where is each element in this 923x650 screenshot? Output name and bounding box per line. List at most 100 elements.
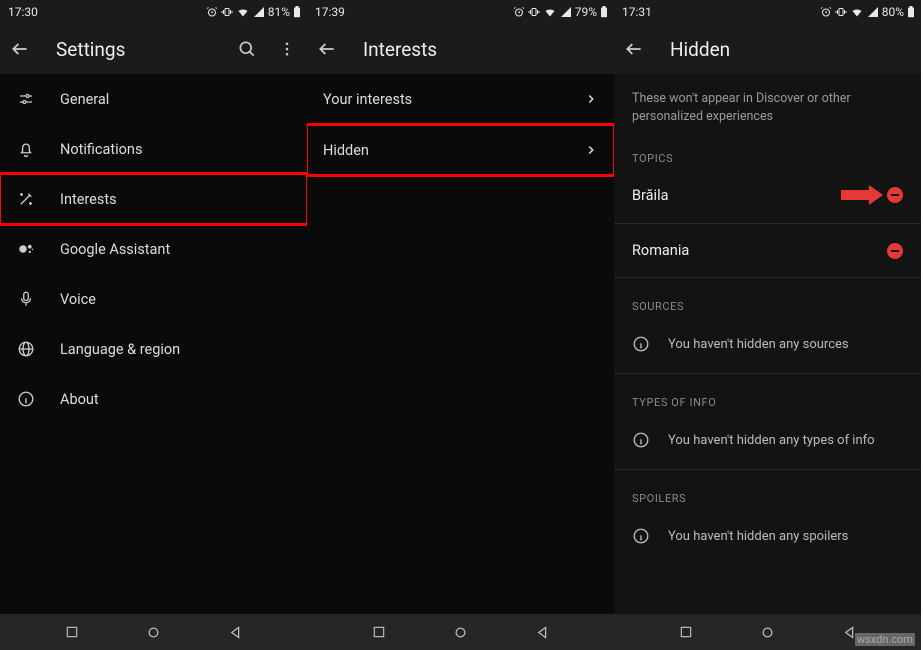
android-nav-bar — [307, 614, 614, 650]
empty-spoilers: You haven't hidden any spoilers — [614, 513, 921, 559]
search-button[interactable] — [235, 37, 259, 61]
globe-icon — [16, 339, 36, 359]
back-button[interactable] — [8, 37, 32, 61]
empty-text: You haven't hidden any types of info — [668, 433, 875, 448]
settings-item-label: General — [60, 91, 109, 108]
battery-text: 81% — [268, 5, 290, 19]
wifi-icon — [236, 6, 250, 18]
list-item-label: Your interests — [323, 91, 412, 108]
assistant-icon — [16, 239, 36, 259]
signal-icon — [560, 6, 572, 18]
battery-text: 79% — [575, 5, 597, 19]
divider — [323, 175, 598, 176]
nav-home-button[interactable] — [759, 623, 777, 641]
settings-item-interests[interactable]: Interests — [0, 174, 307, 224]
settings-item-label: About — [60, 391, 99, 408]
status-time: 17:31 — [622, 5, 652, 19]
nav-recent-button[interactable] — [677, 623, 695, 641]
sliders-icon — [16, 89, 36, 109]
settings-item-label: Google Assistant — [60, 241, 170, 258]
hidden-content: These won't appear in Discover or other … — [614, 74, 921, 614]
magic-wand-icon — [16, 189, 36, 209]
bell-icon — [16, 139, 36, 159]
interests-item-hidden[interactable]: Hidden — [307, 125, 614, 175]
vibrate-icon — [528, 6, 540, 18]
alarm-icon — [206, 6, 218, 18]
vibrate-icon — [835, 6, 847, 18]
settings-item-notifications[interactable]: Notifications — [0, 124, 307, 174]
battery-text: 80% — [882, 5, 904, 19]
status-bar: 17:39 79% — [307, 0, 614, 24]
chevron-right-icon — [584, 143, 598, 157]
wifi-icon — [543, 6, 557, 18]
topic-label: Brăila — [632, 187, 669, 204]
settings-item-label: Interests — [60, 191, 117, 208]
info-icon — [16, 389, 36, 409]
nav-back-button[interactable] — [227, 623, 245, 641]
nav-home-button[interactable] — [145, 623, 163, 641]
settings-item-label: Voice — [60, 291, 96, 308]
hidden-description: These won't appear in Discover or other … — [614, 74, 921, 136]
status-icons: 80% — [820, 5, 915, 19]
info-icon — [632, 527, 650, 545]
status-bar: 17:30 81% — [0, 0, 307, 24]
battery-icon — [600, 6, 608, 18]
page-title: Interests — [363, 38, 606, 61]
topic-row-braila: Brăila — [614, 173, 921, 217]
divider — [614, 223, 921, 224]
settings-item-about[interactable]: About — [0, 374, 307, 424]
signal-icon — [867, 6, 879, 18]
remove-topic-button[interactable] — [887, 187, 903, 203]
divider — [614, 469, 921, 470]
empty-text: You haven't hidden any sources — [668, 337, 849, 352]
status-icons: 81% — [206, 5, 301, 19]
signal-icon — [253, 6, 265, 18]
app-bar: Interests — [307, 24, 614, 74]
back-button[interactable] — [315, 37, 339, 61]
settings-item-voice[interactable]: Voice — [0, 274, 307, 324]
nav-recent-button[interactable] — [63, 623, 81, 641]
status-time: 17:30 — [8, 5, 38, 19]
battery-icon — [907, 6, 915, 18]
page-title: Settings — [56, 38, 211, 61]
empty-sources: You haven't hidden any sources — [614, 321, 921, 367]
nav-home-button[interactable] — [452, 623, 470, 641]
overflow-menu-button[interactable] — [275, 37, 299, 61]
interests-item-your-interests[interactable]: Your interests — [307, 74, 614, 124]
status-icons: 79% — [513, 5, 608, 19]
watermark: wsxdn.com — [855, 633, 915, 646]
battery-icon — [293, 6, 301, 18]
nav-recent-button[interactable] — [370, 623, 388, 641]
wifi-icon — [850, 6, 864, 18]
topic-row-romania: Romania — [614, 230, 921, 271]
section-header-spoilers: SPOILERS — [614, 476, 921, 513]
section-header-topics: TOPICS — [614, 136, 921, 173]
remove-topic-button[interactable] — [887, 243, 903, 259]
list-item-label: Hidden — [323, 142, 369, 159]
settings-item-assistant[interactable]: Google Assistant — [0, 224, 307, 274]
annotation-arrow — [841, 185, 881, 205]
settings-item-label: Language & region — [60, 341, 180, 358]
empty-text: You haven't hidden any spoilers — [668, 529, 848, 544]
page-title: Hidden — [670, 38, 913, 61]
status-time: 17:39 — [315, 5, 345, 19]
app-bar: Settings — [0, 24, 307, 74]
interests-list: Your interests Hidden — [307, 74, 614, 614]
settings-item-language[interactable]: Language & region — [0, 324, 307, 374]
status-bar: 17:31 80% — [614, 0, 921, 24]
divider — [614, 373, 921, 374]
chevron-right-icon — [584, 92, 598, 106]
section-header-sources: SOURCES — [614, 284, 921, 321]
android-nav-bar — [0, 614, 307, 650]
topic-label: Romania — [632, 242, 689, 259]
microphone-icon — [16, 289, 36, 309]
nav-back-button[interactable] — [534, 623, 552, 641]
back-button[interactable] — [622, 37, 646, 61]
settings-item-label: Notifications — [60, 141, 142, 158]
info-icon — [632, 431, 650, 449]
alarm-icon — [513, 6, 525, 18]
settings-item-general[interactable]: General — [0, 74, 307, 124]
section-header-types: TYPES OF INFO — [614, 380, 921, 417]
alarm-icon — [820, 6, 832, 18]
app-bar: Hidden — [614, 24, 921, 74]
